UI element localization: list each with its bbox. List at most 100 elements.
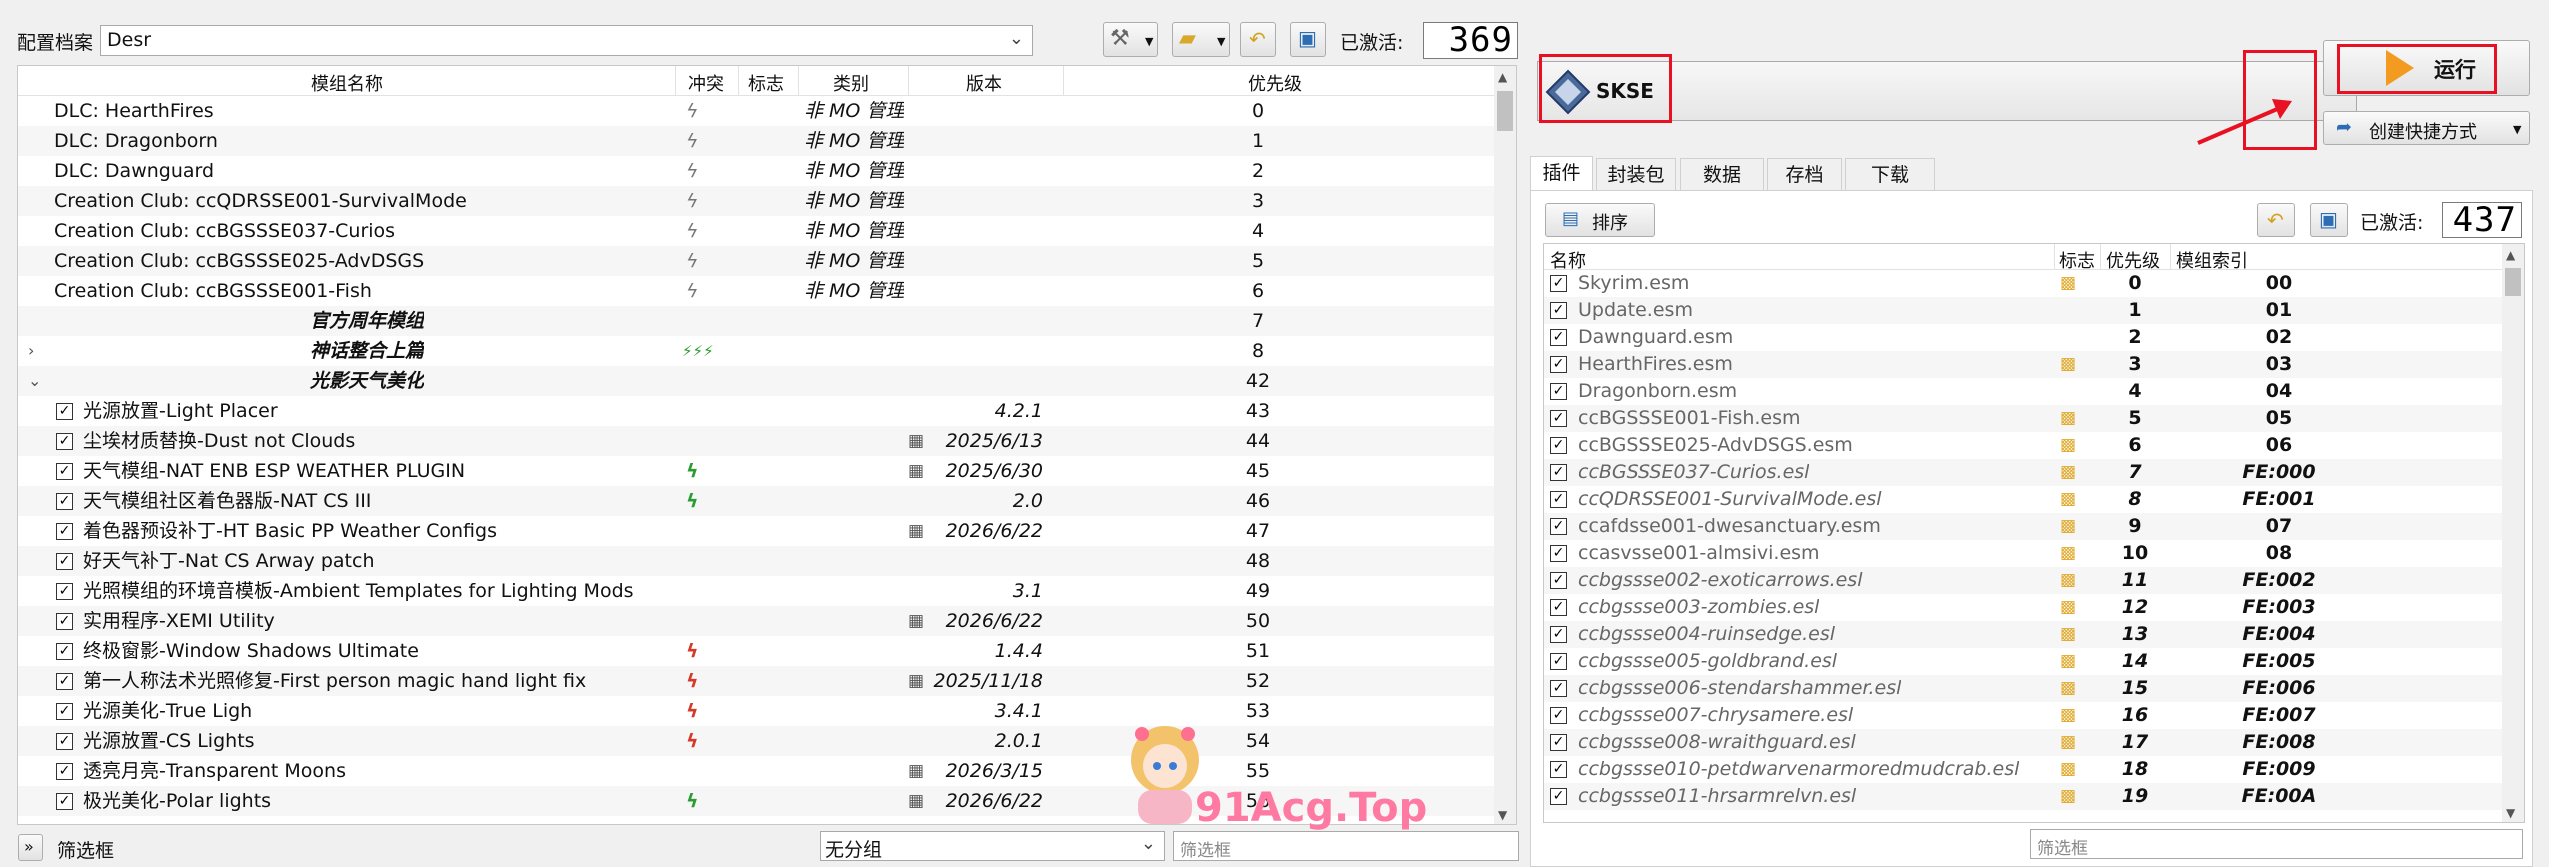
mod-enabled-checkbox[interactable]: ✓	[56, 523, 73, 540]
mod-row[interactable]: ✓ 光源放置-Light Placer 4.2.1 43	[18, 396, 1496, 426]
mod-row[interactable]: DLC: Dawnguard ϟ 非 MO 管理 2	[18, 156, 1496, 186]
mod-list-scroll-thumb[interactable]	[1497, 91, 1513, 131]
mod-row[interactable]: ✓ 好天气补丁-Nat CS Arway patch 48	[18, 546, 1496, 576]
create-backup-button[interactable]: ▣	[1290, 22, 1326, 57]
mod-enabled-checkbox[interactable]: ✓	[56, 733, 73, 750]
plugin-row[interactable]: ✓ ccbgssse003-zombies.esl ▩ 12 FE:003	[1544, 594, 2504, 621]
plugin-enabled-checkbox[interactable]: ✓	[1550, 410, 1567, 427]
plugin-row[interactable]: ✓ ccBGSSSE037-Curios.esl ▩ 7 FE:000	[1544, 459, 2504, 486]
plugin-enabled-checkbox[interactable]: ✓	[1550, 599, 1567, 616]
column-header-priority[interactable]: 优先级	[1248, 70, 1302, 96]
tab-plugins[interactable]: 插件	[1530, 156, 1593, 191]
mod-enabled-checkbox[interactable]: ✓	[56, 493, 73, 510]
column-header-conflict[interactable]: 冲突	[688, 70, 724, 96]
scroll-down-icon[interactable]: ▼	[1498, 808, 1507, 822]
plugin-row[interactable]: ✓ ccbgssse008-wraithguard.esl ▩ 17 FE:008	[1544, 729, 2504, 756]
mod-enabled-checkbox[interactable]: ✓	[56, 643, 73, 660]
plugin-enabled-checkbox[interactable]: ✓	[1550, 653, 1567, 670]
plugin-enabled-checkbox[interactable]: ✓	[1550, 356, 1567, 373]
open-folder-button[interactable]: ▰ ▼	[1172, 22, 1230, 57]
plugin-list[interactable]: 名称 标志 优先级 模组索引 ✓ Skyrim.esm ▩ 0 00 ✓ Update.es…	[1543, 243, 2525, 823]
plugin-enabled-checkbox[interactable]: ✓	[1550, 761, 1567, 778]
scroll-up-icon[interactable]: ▲	[1498, 70, 1507, 84]
plugin-row[interactable]: ✓ ccbgssse006-stendarshammer.esl ▩ 15 FE:006	[1544, 675, 2504, 702]
mod-row[interactable]: Creation Club: ccQDRSSE001-SurvivalMode ϟ…	[18, 186, 1496, 216]
plugin-enabled-checkbox[interactable]: ✓	[1550, 788, 1567, 805]
plugin-row[interactable]: ✓ ccQDRSSE001-SurvivalMode.esl ▩ 8 FE:001	[1544, 486, 2504, 513]
mod-row[interactable]: Creation Club: ccBGSSSE037-Curios ϟ 非 MO 管…	[18, 216, 1496, 246]
plugin-enabled-checkbox[interactable]: ✓	[1550, 626, 1567, 643]
tab-downloads[interactable]: 下载	[1845, 158, 1935, 191]
restore-backup-button[interactable]: ↶	[1240, 22, 1276, 57]
mod-row[interactable]: 官方周年模组 7	[18, 306, 1496, 336]
plugin-enabled-checkbox[interactable]: ✓	[1550, 680, 1567, 697]
mod-row[interactable]: ✓ 透亮月亮-Transparent Moons ▦ 2026/3/15 55	[18, 756, 1496, 786]
mod-row[interactable]: ✓ 光源放置-CS Lights ϟ 2.0.1 54	[18, 726, 1496, 756]
column-header-category[interactable]: 类别	[833, 70, 869, 96]
plugin-enabled-checkbox[interactable]: ✓	[1550, 491, 1567, 508]
mod-row[interactable]: ✓ 光源美化-True Ligh ϟ 3.4.1 53	[18, 696, 1496, 726]
plugin-row[interactable]: ✓ ccbgssse010-petdwarvenarmoredmudcrab.es…	[1544, 756, 2504, 783]
plugin-enabled-checkbox[interactable]: ✓	[1550, 302, 1567, 319]
tab-data[interactable]: 数据	[1680, 158, 1764, 191]
mod-enabled-checkbox[interactable]: ✓	[56, 703, 73, 720]
mod-enabled-checkbox[interactable]: ✓	[56, 433, 73, 450]
plugin-row[interactable]: ✓ Skyrim.esm ▩ 0 00	[1544, 270, 2504, 297]
mod-row[interactable]: ✓ 着色器预设补丁-HT Basic PP Weather Configs ▦ 202…	[18, 516, 1496, 546]
scroll-up-icon[interactable]: ▲	[2506, 248, 2515, 262]
plugin-row[interactable]: ✓ Dragonborn.esm 4 04	[1544, 378, 2504, 405]
create-shortcut-button[interactable]: ➦ 创建快捷方式 ▼	[2323, 111, 2530, 145]
plugin-filter-input[interactable]: 筛选框	[2030, 829, 2523, 859]
plugins-backup-button[interactable]: ▣	[2310, 203, 2348, 237]
mod-row[interactable]: ✓ 光照模组的环境音模板-Ambient Templates for Lighti…	[18, 576, 1496, 606]
expand-filters-button[interactable]: »	[18, 834, 43, 861]
mod-enabled-checkbox[interactable]: ✓	[56, 763, 73, 780]
scroll-down-icon[interactable]: ▼	[2506, 806, 2515, 820]
mod-row[interactable]: DLC: Dragonborn ϟ 非 MO 管理 1	[18, 126, 1496, 156]
mod-enabled-checkbox[interactable]: ✓	[56, 673, 73, 690]
mod-filter-input[interactable]: 筛选框	[1173, 831, 1519, 861]
plugin-enabled-checkbox[interactable]: ✓	[1550, 275, 1567, 292]
plugin-enabled-checkbox[interactable]: ✓	[1550, 329, 1567, 346]
plugin-row[interactable]: ✓ ccBGSSSE001-Fish.esm ▩ 5 05	[1544, 405, 2504, 432]
mod-row[interactable]: ✓ 第一人称法术光照修复-First person magic hand ligh…	[18, 666, 1496, 696]
plugin-enabled-checkbox[interactable]: ✓	[1550, 383, 1567, 400]
plugin-row[interactable]: ✓ Dawnguard.esm 2 02	[1544, 324, 2504, 351]
plugin-row[interactable]: ✓ ccbgssse011-hrsarmrelvn.esl ▩ 19 FE:00A	[1544, 783, 2504, 810]
plugin-row[interactable]: ✓ ccasvsse001-almsivi.esm ▩ 10 08	[1544, 540, 2504, 567]
tab-archives[interactable]: 封装包	[1596, 158, 1676, 191]
tab-saves[interactable]: 存档	[1767, 158, 1842, 191]
plugin-enabled-checkbox[interactable]: ✓	[1550, 464, 1567, 481]
profile-select[interactable]: Desr ⌄	[100, 25, 1033, 56]
mod-row[interactable]: ✓ 天气模组社区着色器版-NAT CS III ϟ 2.0 46	[18, 486, 1496, 516]
plugin-list-scroll-thumb[interactable]	[2505, 268, 2521, 296]
plugin-row[interactable]: ✓ ccbgssse004-ruinsedge.esl ▩ 13 FE:004	[1544, 621, 2504, 648]
mod-list-scrollbar[interactable]: ▲ ▼	[1494, 66, 1516, 824]
plugin-enabled-checkbox[interactable]: ✓	[1550, 707, 1567, 724]
column-header-flags[interactable]: 标志	[748, 70, 784, 96]
mod-row[interactable]: DLC: HearthFires ϟ 非 MO 管理 0	[18, 96, 1496, 126]
plugin-list-scrollbar[interactable]: ▲ ▼	[2502, 244, 2524, 822]
plugin-row[interactable]: ✓ ccafdsse001-dwesanctuary.esm ▩ 9 07	[1544, 513, 2504, 540]
plugin-enabled-checkbox[interactable]: ✓	[1550, 572, 1567, 589]
mod-enabled-checkbox[interactable]: ✓	[56, 403, 73, 420]
mod-enabled-checkbox[interactable]: ✓	[56, 583, 73, 600]
plugin-row[interactable]: ✓ ccbgssse002-exoticarrows.esl ▩ 11 FE:002	[1544, 567, 2504, 594]
group-select[interactable]: 无分组 ⌄	[820, 831, 1165, 861]
plugin-row[interactable]: ✓ ccbgssse005-goldbrand.esl ▩ 14 FE:005	[1544, 648, 2504, 675]
column-header-name[interactable]: 模组名称	[311, 70, 383, 96]
mod-row[interactable]: ✓ 实用程序-XEMI Utility ▦ 2026/6/22 50	[18, 606, 1496, 636]
mod-enabled-checkbox[interactable]: ✓	[56, 463, 73, 480]
chevron-down-icon[interactable]: ⌄	[28, 366, 41, 396]
plugin-row[interactable]: ✓ ccbgssse007-chrysamere.esl ▩ 16 FE:007	[1544, 702, 2504, 729]
chevron-right-icon[interactable]: ›	[28, 336, 34, 366]
mod-enabled-checkbox[interactable]: ✓	[56, 793, 73, 810]
mod-row[interactable]: ✓ 终极窗影-Window Shadows Ultimate ϟ 1.4.4 51	[18, 636, 1496, 666]
mod-row[interactable]: ⌄ 光影天气美化 42	[18, 366, 1496, 396]
mod-row[interactable]: › 神话整合上篇 ⚡⚡⚡ 8	[18, 336, 1496, 366]
mod-enabled-checkbox[interactable]: ✓	[56, 553, 73, 570]
plugin-enabled-checkbox[interactable]: ✓	[1550, 734, 1567, 751]
plugin-row[interactable]: ✓ Update.esm 1 01	[1544, 297, 2504, 324]
plugin-enabled-checkbox[interactable]: ✓	[1550, 518, 1567, 535]
plugin-enabled-checkbox[interactable]: ✓	[1550, 545, 1567, 562]
